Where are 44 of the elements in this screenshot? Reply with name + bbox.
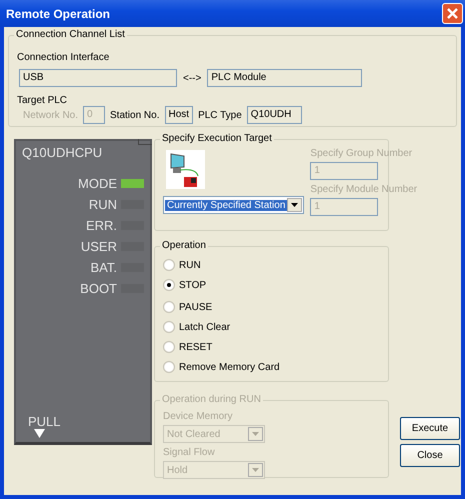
field-label: Connection Interface — [17, 52, 110, 63]
radio-option[interactable]: PAUSE — [163, 301, 212, 313]
led-label: USER — [80, 239, 117, 254]
dropdown-arrow-icon — [252, 468, 259, 472]
radio-option[interactable]: RUN — [163, 259, 201, 271]
down-triangle-icon — [34, 429, 45, 438]
plc-field: Q10UDH — [246, 106, 302, 124]
led-label: MODE — [78, 176, 117, 191]
field-label: Specify Module Number — [310, 184, 418, 195]
corner-notch-icon — [138, 139, 152, 145]
led-label: RUN — [88, 197, 117, 212]
field-label: PLC Type — [198, 110, 242, 120]
field-label: Specify Group Number — [310, 148, 414, 159]
plc-field: 0 — [83, 106, 106, 124]
dropdown-arrow-icon — [291, 203, 298, 207]
group-title: Operation — [160, 240, 208, 251]
led-label: BOOT — [80, 281, 117, 296]
radio-option[interactable]: Remove Memory Card — [163, 361, 280, 373]
dropdown-arrow-icon — [252, 432, 259, 436]
connection-arrow-text: <--> — [183, 72, 202, 84]
target-dropdown[interactable]: Currently Specified Station — [163, 196, 304, 214]
window-title: Remote Operation — [6, 6, 110, 20]
led-label: BAT. — [90, 260, 117, 275]
field-label: Signal Flow — [163, 447, 216, 458]
field-label: Station No. — [110, 110, 160, 120]
cpu-model-text: Q10UDHCPU — [22, 145, 104, 160]
radio-option[interactable]: Latch Clear — [163, 321, 230, 333]
field-label: Device Memory — [163, 411, 234, 422]
group-title: Operation during RUN — [160, 394, 263, 405]
action-button[interactable]: Close — [400, 444, 460, 467]
pull-label: PULL — [28, 414, 61, 429]
led-label: ERR. — [86, 218, 117, 233]
group-title: Specify Execution Target — [160, 133, 274, 144]
action-button[interactable]: Execute — [400, 417, 460, 440]
radio-option[interactable]: RESET — [163, 341, 212, 353]
radio-option[interactable]: STOP — [163, 279, 206, 291]
target-plc-label: Target PLC — [17, 95, 68, 106]
target-field: PLC Module — [207, 69, 362, 87]
computer-plc-icon — [166, 150, 205, 189]
interface-field: USB — [19, 69, 177, 87]
field-label: Network No. — [23, 110, 78, 120]
plc-field: Host — [164, 106, 194, 124]
group-title: Connection Channel List — [14, 29, 127, 40]
close-button[interactable] — [442, 3, 463, 24]
